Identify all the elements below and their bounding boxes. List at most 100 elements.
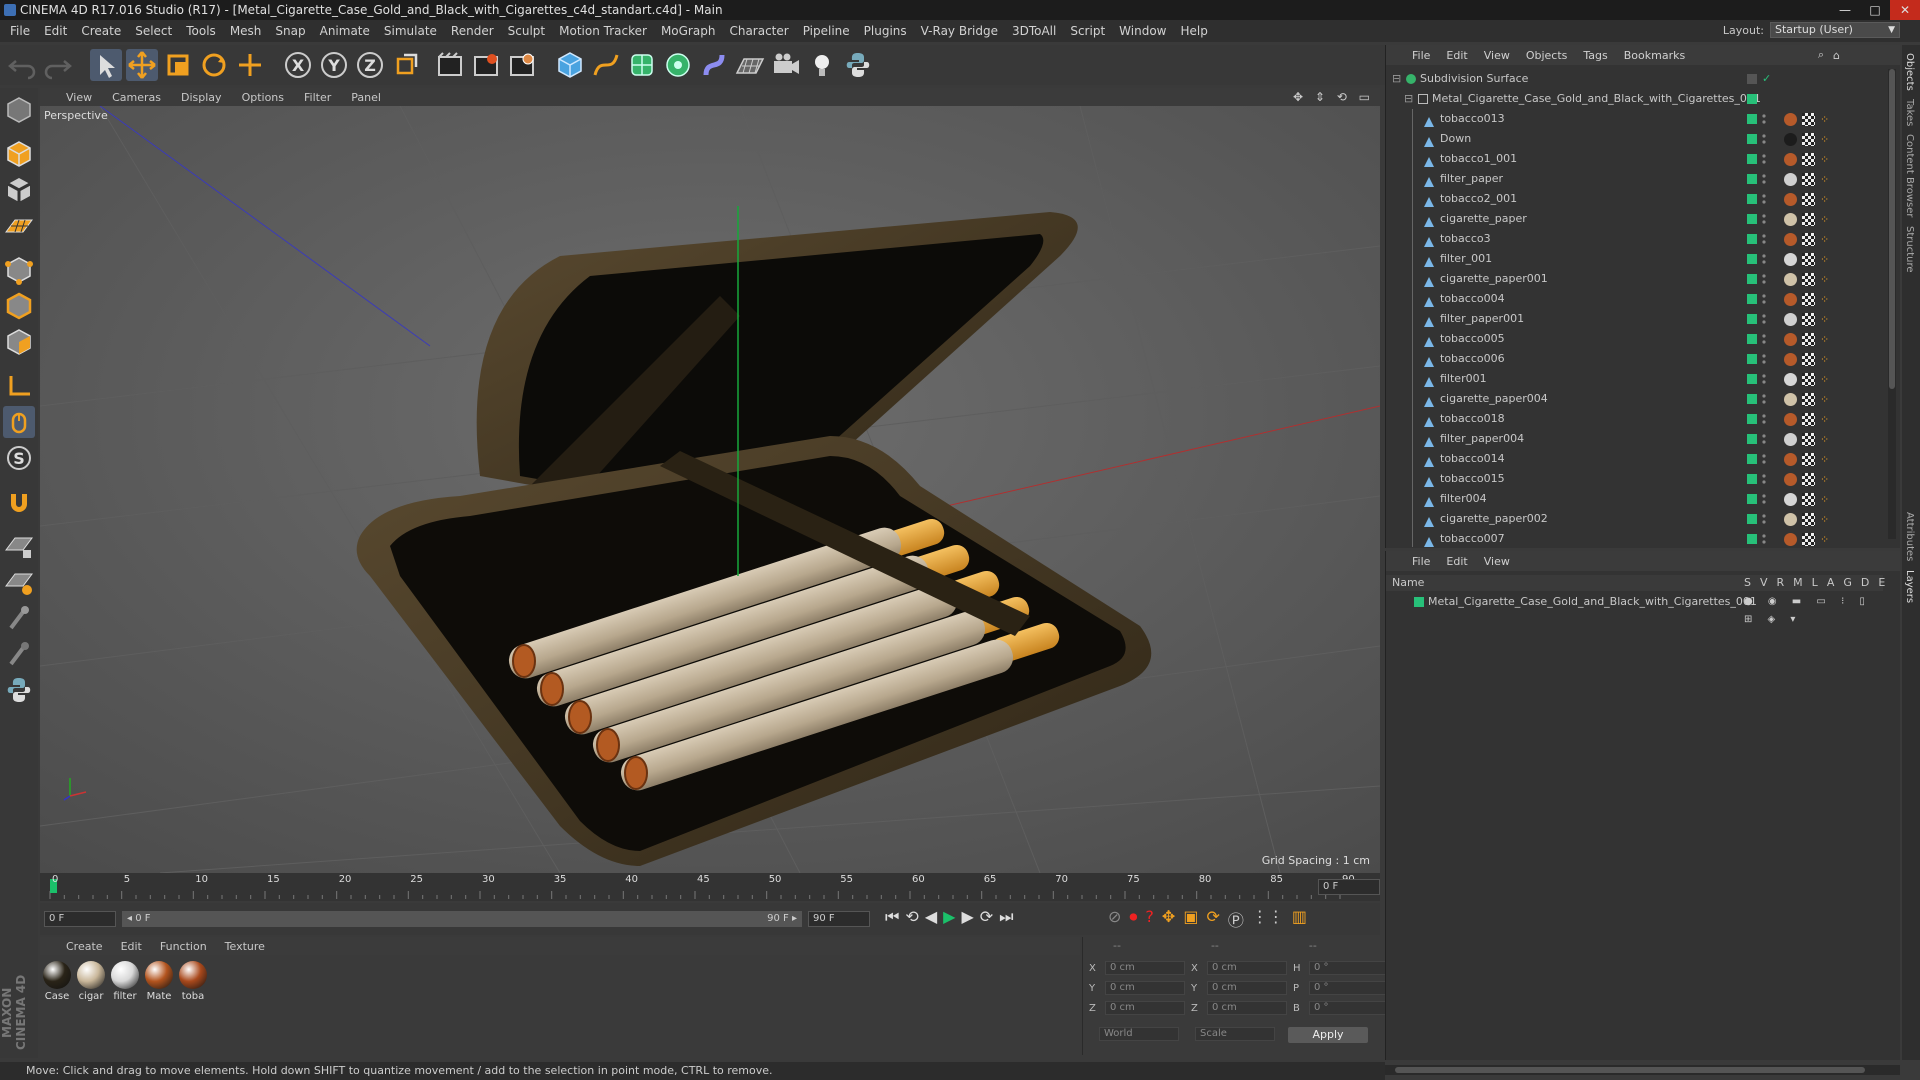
phong-tag-icon[interactable]: ⁘ [1820, 113, 1833, 126]
visibility-indicator[interactable] [1747, 274, 1757, 284]
timeline-ruler[interactable]: 051015202530354045505560657075808590 0 F [40, 873, 1380, 901]
texture-tag-icon[interactable] [1802, 293, 1815, 306]
om-menu-file[interactable]: File [1412, 49, 1430, 62]
editor-render-dots[interactable] [1761, 252, 1767, 266]
transform-mode-dropdown[interactable]: Scale [1195, 1027, 1275, 1041]
om-menu-view[interactable]: View [1484, 49, 1510, 62]
tree-row-group[interactable]: ⊟ Metal_Cigarette_Case_Gold_and_Black_wi… [1386, 89, 1889, 109]
visibility-indicator[interactable] [1747, 334, 1757, 344]
tree-row-object[interactable]: cigarette_paper001 ⁘ [1386, 269, 1889, 289]
step-forward-icon[interactable]: ▶ [961, 907, 973, 927]
texture-tag-icon[interactable] [1802, 353, 1815, 366]
search-icon[interactable]: ⌕ [1818, 48, 1824, 62]
tweak-mode-icon[interactable] [3, 406, 35, 438]
side-tab-objects[interactable]: Objects [1904, 53, 1915, 91]
texture-tag-icon[interactable] [1802, 273, 1815, 286]
phong-tag-icon[interactable]: ⁘ [1820, 133, 1833, 146]
keyframe-selection-icon[interactable]: ⊘ [1108, 907, 1121, 931]
viewport-menu-filter[interactable]: Filter [304, 91, 331, 104]
layer-row[interactable]: Metal_Cigarette_Case_Gold_and_Black_with… [1386, 593, 1883, 625]
editor-render-dots[interactable] [1761, 272, 1767, 286]
visibility-indicator[interactable] [1747, 454, 1757, 464]
tree-row-object[interactable]: filter_001 ⁘ [1386, 249, 1889, 269]
rotation-h-field[interactable]: 0 ° [1309, 961, 1389, 975]
menu-mograph[interactable]: MoGraph [661, 24, 716, 38]
apply-button[interactable]: Apply [1288, 1027, 1368, 1043]
object-manager-scrollbar[interactable] [1888, 69, 1896, 539]
python-icon[interactable] [842, 49, 874, 81]
previous-key-icon[interactable]: ⟲ [905, 907, 918, 927]
floor-icon[interactable] [734, 49, 766, 81]
tree-row-root[interactable]: ⊟ Subdivision Surface ✓ [1386, 69, 1889, 89]
timeline-window-icon[interactable]: ▥ [1292, 907, 1307, 931]
position-y-field[interactable]: 0 cm [1105, 981, 1185, 995]
phong-tag-icon[interactable]: ⁘ [1820, 413, 1833, 426]
home-icon[interactable]: ⌂ [1833, 49, 1840, 62]
material-swatch[interactable]: filter [110, 961, 140, 1002]
move-tool-icon[interactable] [126, 49, 158, 81]
side-tab-takes[interactable]: Takes [1904, 99, 1915, 126]
spline-pen-icon[interactable] [590, 49, 622, 81]
rotation-b-field[interactable]: 0 ° [1309, 1001, 1389, 1015]
material-tag-icon[interactable] [1784, 273, 1797, 286]
material-tag-icon[interactable] [1784, 253, 1797, 266]
side-tab-attributes[interactable]: Attributes [1904, 512, 1915, 561]
tree-row-object[interactable]: filter001 ⁘ [1386, 369, 1889, 389]
menu-window[interactable]: Window [1119, 24, 1166, 38]
phong-tag-icon[interactable]: ⁘ [1820, 273, 1833, 286]
phong-tag-icon[interactable]: ⁘ [1820, 233, 1833, 246]
material-tag-icon[interactable] [1784, 293, 1797, 306]
material-tag-icon[interactable] [1784, 393, 1797, 406]
texture-tag-icon[interactable] [1802, 253, 1815, 266]
lm-menu-edit[interactable]: Edit [1446, 555, 1467, 568]
om-menu-tags[interactable]: Tags [1583, 49, 1607, 62]
visibility-indicator[interactable] [1747, 474, 1757, 484]
layer-manager-hscroll[interactable] [1385, 1065, 1900, 1075]
magnet-icon[interactable] [3, 486, 35, 518]
tree-row-object[interactable]: filter_paper ⁘ [1386, 169, 1889, 189]
select-arrow-icon[interactable] [90, 49, 122, 81]
visibility-indicator[interactable] [1747, 394, 1757, 404]
material-tag-icon[interactable] [1784, 493, 1797, 506]
tree-row-object[interactable]: tobacco018 ⁘ [1386, 409, 1889, 429]
editor-render-dots[interactable] [1761, 332, 1767, 346]
snap-icon[interactable]: S [3, 442, 35, 474]
material-swatch[interactable]: toba [178, 961, 208, 1002]
visibility-indicator[interactable] [1747, 534, 1757, 544]
key-rotation-icon[interactable]: ⟳ [1206, 907, 1219, 931]
phong-tag-icon[interactable]: ⁘ [1820, 253, 1833, 266]
z-axis-lock-icon[interactable]: Z [354, 49, 386, 81]
material-tag-icon[interactable] [1784, 313, 1797, 326]
tree-row-object[interactable]: tobacco2_001 ⁘ [1386, 189, 1889, 209]
tree-row-object[interactable]: cigarette_paper004 ⁘ [1386, 389, 1889, 409]
menu-character[interactable]: Character [729, 24, 788, 38]
phong-tag-icon[interactable]: ⁘ [1820, 293, 1833, 306]
menu-mesh[interactable]: Mesh [230, 24, 262, 38]
texture-tag-icon[interactable] [1802, 173, 1815, 186]
texture-tag-icon[interactable] [1802, 493, 1815, 506]
om-menu-edit[interactable]: Edit [1446, 49, 1467, 62]
editor-render-dots[interactable] [1761, 192, 1767, 206]
size-x-field[interactable]: 0 cm [1207, 961, 1287, 975]
record-icon[interactable]: ⏺ [1129, 907, 1137, 931]
visibility-indicator[interactable] [1747, 514, 1757, 524]
tree-row-object[interactable]: filter_paper001 ⁘ [1386, 309, 1889, 329]
editor-render-dots[interactable] [1761, 132, 1767, 146]
frame-range-slider[interactable]: ◂ 0 F 90 F ▸ [122, 911, 802, 927]
render-view-icon[interactable] [434, 49, 466, 81]
editor-render-dots[interactable] [1761, 212, 1767, 226]
menu-plugins[interactable]: Plugins [864, 24, 907, 38]
material-tag-icon[interactable] [1784, 233, 1797, 246]
tree-row-object[interactable]: tobacco005 ⁘ [1386, 329, 1889, 349]
menu-render[interactable]: Render [451, 24, 494, 38]
material-tag-icon[interactable] [1784, 153, 1797, 166]
editor-render-dots[interactable] [1761, 312, 1767, 326]
next-key-icon[interactable]: ⟳ [980, 907, 993, 927]
sculpt-brush-icon[interactable] [3, 602, 35, 634]
coordinate-system-icon[interactable] [390, 49, 422, 81]
menu-animate[interactable]: Animate [320, 24, 370, 38]
x-axis-lock-icon[interactable]: X [282, 49, 314, 81]
light-icon[interactable] [806, 49, 838, 81]
menu-pipeline[interactable]: Pipeline [803, 24, 850, 38]
y-axis-lock-icon[interactable]: Y [318, 49, 350, 81]
